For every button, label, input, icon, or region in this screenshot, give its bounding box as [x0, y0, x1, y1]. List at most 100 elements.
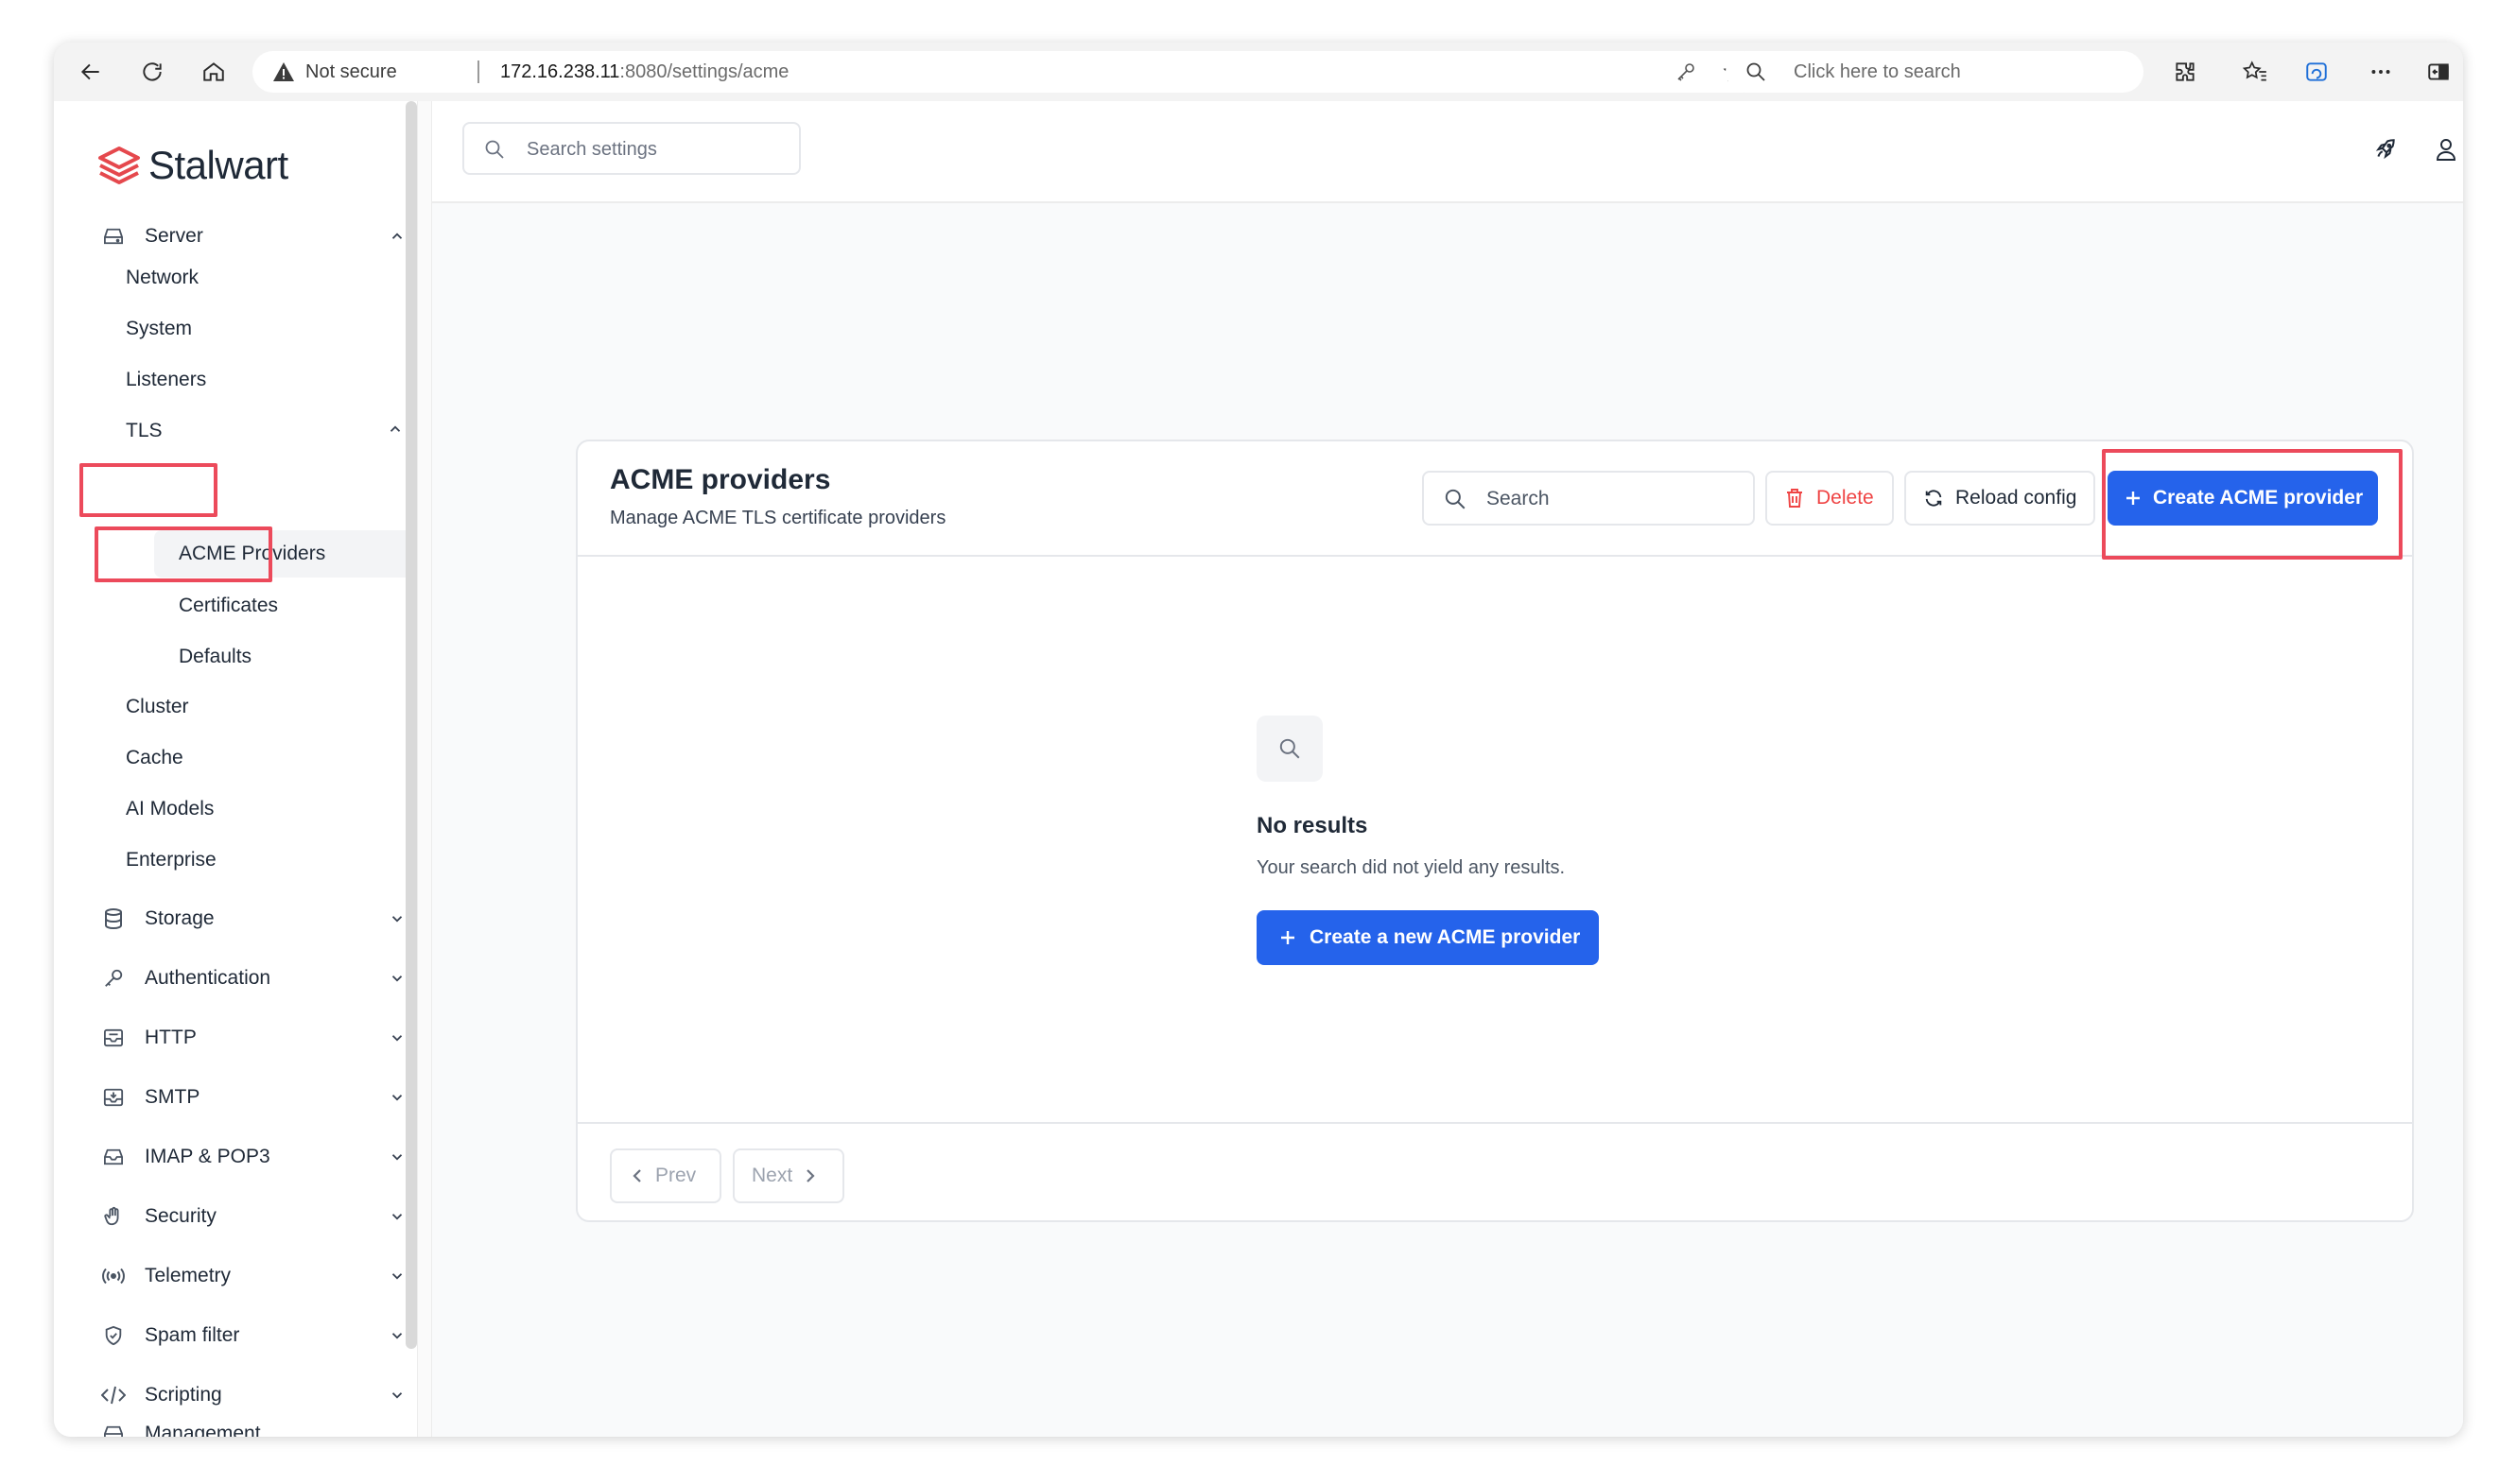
- search-icon: [1744, 60, 1767, 88]
- delete-label: Delete: [1816, 487, 1874, 509]
- address-bar[interactable]: Not secure 172.16.238.11:8080/settings/a…: [252, 51, 1763, 93]
- sidebar-toggle-icon[interactable]: [2422, 56, 2455, 88]
- chevron-left-icon: [631, 1167, 644, 1184]
- sidebar-group-label: Spam filter: [145, 1324, 240, 1346]
- chevron-down-icon[interactable]: [387, 1087, 408, 1108]
- sidebar-group-label: Authentication: [145, 967, 271, 989]
- extensions-icon[interactable]: [2169, 56, 2201, 88]
- sidebar-item-label: TLS: [126, 420, 163, 441]
- shield-check-icon: [101, 1323, 126, 1348]
- sidebar-item-label: Enterprise: [126, 849, 217, 871]
- favorites-icon[interactable]: [2239, 56, 2271, 88]
- sidebar-group-security[interactable]: Security: [101, 1196, 413, 1237]
- sidebar-item-cluster[interactable]: Cluster: [113, 688, 425, 726]
- sidebar-item-label: Listeners: [126, 369, 207, 390]
- page-title: ACME providers: [610, 464, 831, 495]
- sidebar-group-storage[interactable]: Storage: [101, 898, 413, 940]
- sidebar-item-listeners[interactable]: Listeners: [113, 361, 425, 399]
- chevron-down-icon[interactable]: [387, 1325, 408, 1346]
- collections-icon[interactable]: [2300, 56, 2333, 88]
- empty-state-text: Your search did not yield any results.: [1257, 857, 1566, 878]
- card-footer-divider: [578, 1122, 2412, 1124]
- next-page-button[interactable]: Next: [733, 1148, 844, 1203]
- create-new-acme-provider-label: Create a new ACME provider: [1310, 926, 1581, 948]
- card-header: ACME providers Manage ACME TLS certifica…: [578, 441, 2412, 557]
- back-icon[interactable]: [75, 56, 107, 88]
- browser-search-box[interactable]: Click here to search: [1726, 51, 2143, 93]
- chevron-down-icon[interactable]: [387, 968, 408, 989]
- sidebar-item-ai-models[interactable]: AI Models: [113, 790, 425, 828]
- database-icon: [101, 906, 126, 931]
- sidebar-item-acme-providers[interactable]: ACME Providers: [154, 530, 425, 578]
- refresh-icon: [1921, 486, 1946, 510]
- browser-search-placeholder: Click here to search: [1794, 61, 1961, 82]
- chevron-down-icon[interactable]: [387, 1206, 408, 1227]
- prev-page-button[interactable]: Prev: [610, 1148, 721, 1203]
- sidebar-item-defaults[interactable]: Defaults: [154, 633, 425, 681]
- sidebar-group-server[interactable]: Server: [101, 216, 413, 257]
- sidebar-item-label: System: [126, 318, 193, 339]
- main-content: ACME providers Manage ACME TLS certifica…: [432, 203, 2463, 1437]
- create-acme-provider-label: Create ACME provider: [2153, 487, 2364, 509]
- plus-icon: [2121, 486, 2145, 510]
- highlight-tls: [79, 463, 217, 517]
- sidebar-item-label: Network: [126, 267, 200, 288]
- sidebar-item-label: ACME Providers: [179, 543, 326, 564]
- home-icon[interactable]: [198, 56, 230, 88]
- sidebar-group-spam-filter[interactable]: Spam filter: [101, 1315, 413, 1356]
- chevron-down-icon[interactable]: [387, 1027, 408, 1048]
- security-label[interactable]: Not secure: [305, 61, 397, 83]
- sidebar-item-label: Cache: [126, 747, 183, 768]
- sidebar-group-management[interactable]: Management: [101, 1396, 413, 1437]
- key-icon[interactable]: [1674, 60, 1697, 88]
- chevron-down-icon[interactable]: [387, 1266, 408, 1286]
- sidebar-item-label: AI Models: [126, 798, 215, 820]
- mailbox-icon: [101, 1145, 126, 1169]
- sidebar-item-system[interactable]: System: [113, 310, 425, 348]
- more-options-icon[interactable]: [2365, 56, 2397, 88]
- brand-logo[interactable]: Stalwart: [97, 139, 288, 192]
- refresh-icon[interactable]: [136, 56, 168, 88]
- sidebar-scrollbar[interactable]: [406, 101, 417, 1349]
- sidebar-group-authentication[interactable]: Authentication: [101, 958, 413, 999]
- prev-label: Prev: [655, 1165, 697, 1186]
- chevron-right-icon: [804, 1167, 817, 1184]
- chevron-up-icon[interactable]: [387, 226, 408, 247]
- sidebar-group-smtp[interactable]: SMTP: [101, 1077, 413, 1118]
- sidebar-item-label: Certificates: [179, 595, 279, 616]
- inbox-icon: [101, 1026, 126, 1050]
- sidebar-item-enterprise[interactable]: Enterprise: [113, 841, 425, 879]
- url-host: 172.16.238.11: [500, 61, 620, 82]
- sidebar-group-http[interactable]: HTTP: [101, 1017, 413, 1059]
- sidebar-item-network[interactable]: Network: [113, 259, 425, 297]
- sidebar-group-label: HTTP: [145, 1027, 197, 1048]
- chevron-up-icon[interactable]: [387, 421, 404, 443]
- sidebar-item-tls[interactable]: TLS: [113, 412, 425, 450]
- create-acme-provider-button[interactable]: Create ACME provider: [2108, 471, 2378, 526]
- settings-search-input[interactable]: Search settings: [462, 122, 801, 175]
- rocket-icon[interactable]: [2370, 134, 2401, 164]
- user-icon[interactable]: [2431, 134, 2461, 164]
- stalwart-logo-icon: [98, 147, 140, 184]
- sidebar-group-telemetry[interactable]: Telemetry: [101, 1255, 413, 1297]
- sidebar-group-imap[interactable]: IMAP & POP3: [101, 1136, 413, 1178]
- url-text[interactable]: 172.16.238.11:8080/settings/acme: [500, 61, 789, 83]
- settings-search-placeholder: Search settings: [527, 139, 657, 160]
- providers-search-input[interactable]: Search: [1422, 471, 1755, 526]
- create-new-acme-provider-button[interactable]: Create a new ACME provider: [1257, 910, 1599, 965]
- sidebar-group-label: IMAP & POP3: [145, 1146, 270, 1167]
- delete-button[interactable]: Delete: [1765, 471, 1894, 526]
- search-icon: [1443, 487, 1467, 516]
- address-separator: [477, 60, 479, 83]
- empty-state-title: No results: [1257, 813, 1368, 838]
- reload-config-button[interactable]: Reload config: [1904, 471, 2095, 526]
- warning-icon[interactable]: [271, 60, 296, 83]
- sidebar-item-cache[interactable]: Cache: [113, 739, 425, 777]
- brand-name: Stalwart: [148, 143, 288, 187]
- empty-search-icon: [1257, 716, 1323, 782]
- sidebar-group-label: Server: [145, 225, 203, 247]
- chevron-down-icon[interactable]: [387, 908, 408, 929]
- trash-icon: [1782, 486, 1807, 510]
- chevron-down-icon[interactable]: [387, 1147, 408, 1167]
- sidebar-item-certificates[interactable]: Certificates: [154, 582, 425, 630]
